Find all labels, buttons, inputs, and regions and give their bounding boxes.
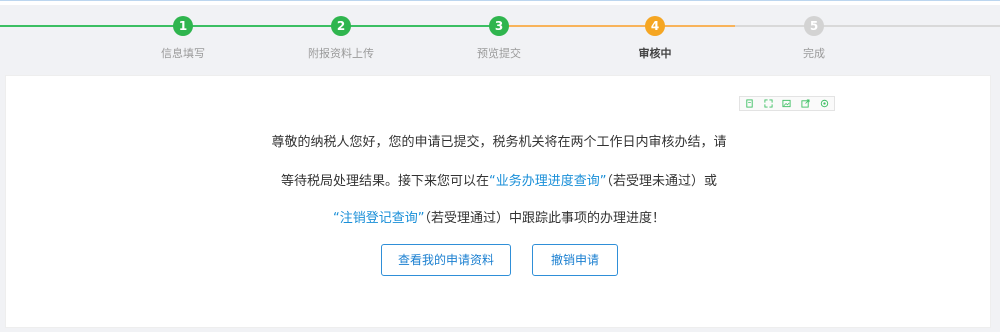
revoke-application-button[interactable]: 撤销申请 [532,244,618,276]
business-progress-link[interactable]: “业务办理进度查询” [489,174,606,189]
image-icon[interactable] [782,99,792,108]
message-line-2: 等待税局处理结果。接下来您可以在“业务办理进度查询”（若受理未通过）或 [6,170,992,189]
document-icon[interactable] [745,99,754,108]
step-number: 1 [173,16,193,36]
progress-steps: 1 信息填写 2 附报资料上传 3 预览提交 4 审核中 5 完成 [0,5,1000,70]
message-line-3: “注销登记查询”（若受理通过）中跟踪此事项的办理进度！ [6,207,992,226]
deregistration-query-link[interactable]: “注销登记查询” [333,211,424,226]
step-number: 5 [804,16,824,36]
message-text: （若受理未通过）或 [606,174,717,189]
result-card: 尊敬的纳税人您好，您的申请已提交，税务机关将在两个工作日内审核办结，请 等待税局… [5,75,991,328]
step-number: 3 [489,16,509,36]
step-under-review: 4 审核中 [595,5,715,61]
settings-icon[interactable] [820,99,829,108]
view-materials-button[interactable]: 查看我的申请资料 [381,244,511,276]
step-preview-submit: 3 预览提交 [439,5,559,61]
step-number: 2 [331,16,351,36]
step-attachment-upload: 2 附报资料上传 [281,5,401,61]
message-text: 等待税局处理结果。接下来您可以在 [280,174,489,189]
floating-toolbar [739,96,835,111]
step-label: 信息填写 [161,47,205,60]
message-text: （若受理通过）中跟踪此事项的办理进度！ [424,211,665,226]
step-number: 4 [645,16,665,36]
step-label: 附报资料上传 [308,47,374,60]
message-text: 尊敬的纳税人您好，您的申请已提交，税务机关将在两个工作日内审核办结，请 [271,135,727,150]
export-icon[interactable] [801,99,810,108]
message-line-1: 尊敬的纳税人您好，您的申请已提交，税务机关将在两个工作日内审核办结，请 [6,131,992,150]
expand-icon[interactable] [764,99,773,108]
step-label: 审核中 [638,47,672,60]
step-info-fill: 1 信息填写 [123,5,243,61]
step-label: 预览提交 [477,47,521,60]
step-label: 完成 [803,47,825,60]
step-complete: 5 完成 [754,5,874,61]
